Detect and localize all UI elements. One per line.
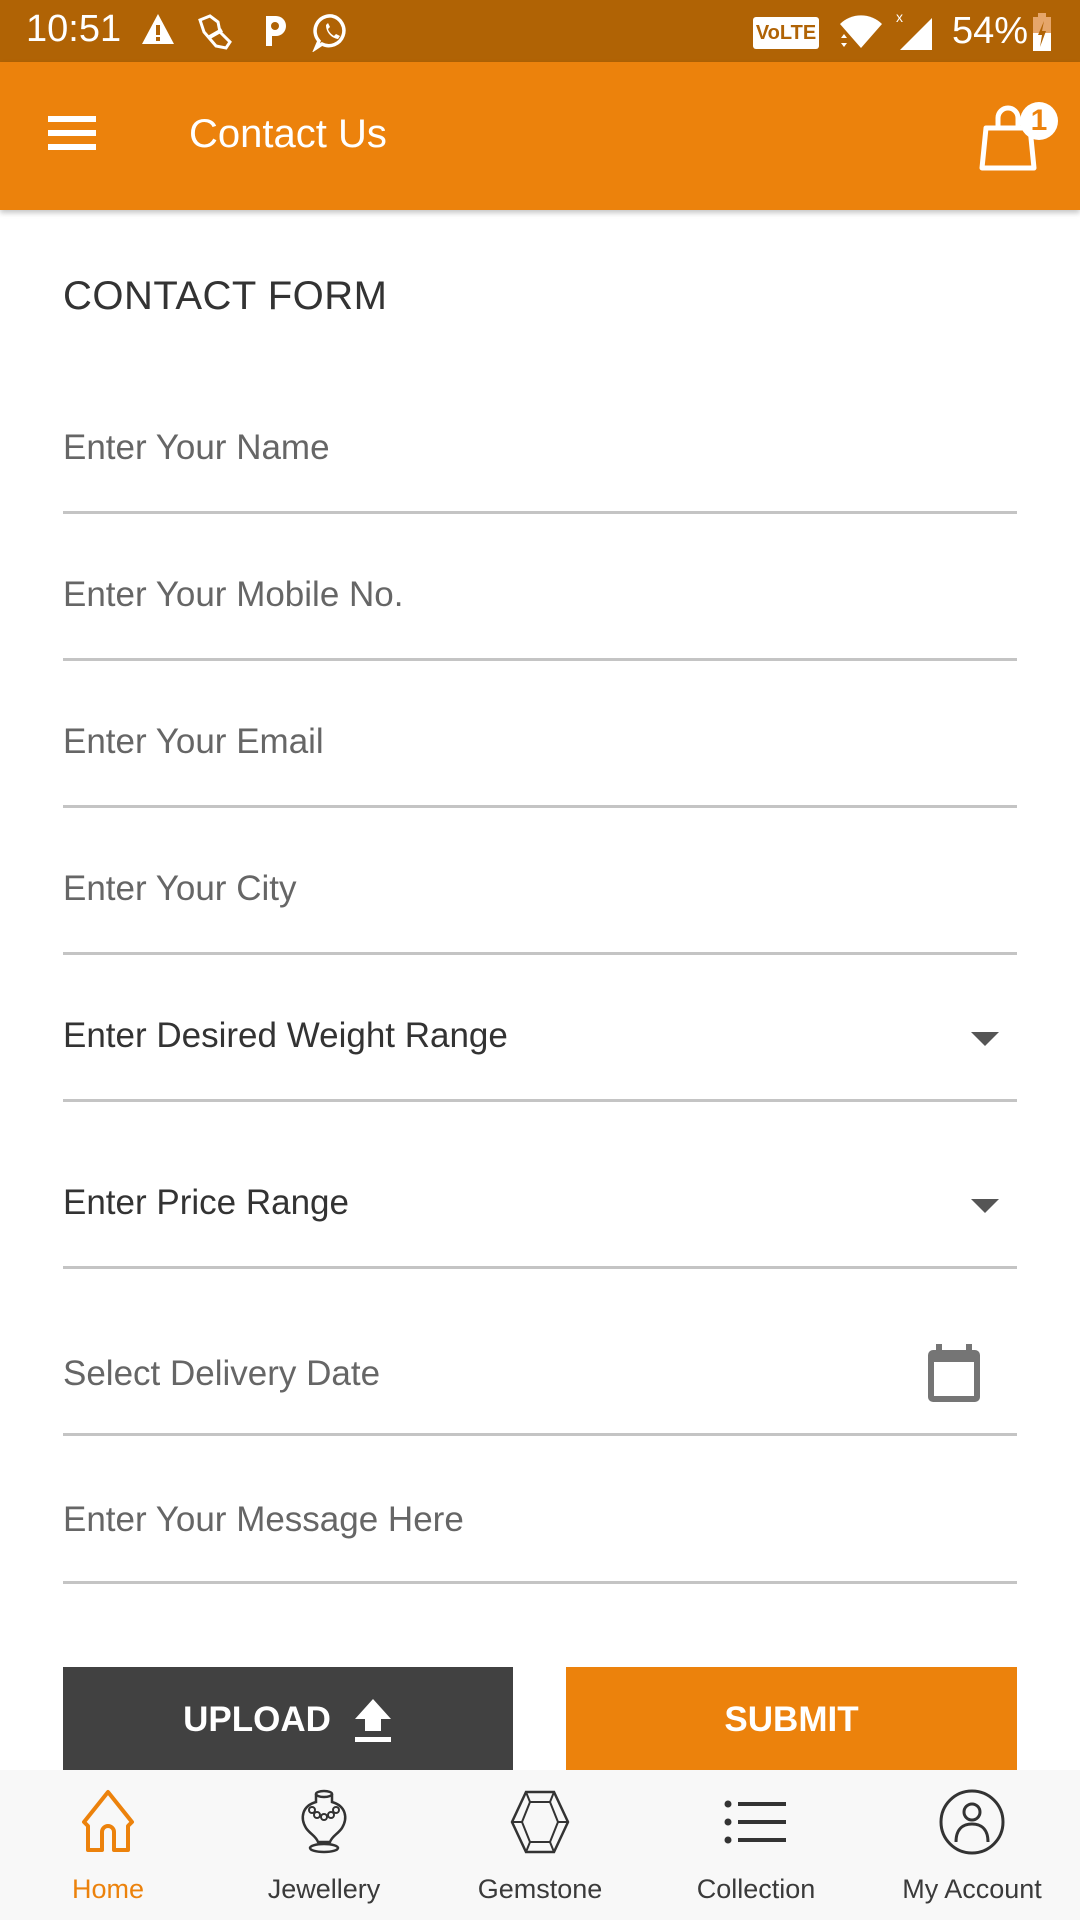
gemstone-icon bbox=[510, 1790, 570, 1854]
price-range-dropdown[interactable]: Enter Price Range bbox=[63, 1166, 1017, 1269]
shoe-icon bbox=[198, 14, 232, 50]
dropdown-arrow-icon bbox=[971, 1032, 999, 1046]
nav-label: My Account bbox=[902, 1874, 1042, 1904]
upload-label: UPLOAD bbox=[183, 1700, 331, 1739]
paytm-p-icon bbox=[266, 16, 286, 46]
bottom-nav: Home Jewellery Gemstone Collection My Ac… bbox=[0, 1770, 1080, 1920]
form-title: CONTACT FORM bbox=[63, 274, 388, 318]
city-field[interactable]: Enter Your City bbox=[63, 851, 1017, 955]
volte-icon: VoLTE bbox=[753, 17, 819, 49]
cart-count-badge: 1 bbox=[1020, 102, 1058, 140]
app-bar: Contact Us 1 bbox=[0, 62, 1080, 210]
nav-item-home[interactable]: Home bbox=[0, 1770, 216, 1920]
nav-label: Home bbox=[71, 1874, 145, 1904]
name-placeholder: Enter Your Name bbox=[63, 428, 330, 467]
delivery-date-placeholder: Select Delivery Date bbox=[63, 1354, 381, 1393]
upload-arrow-icon bbox=[354, 1699, 391, 1742]
battery-charging-icon bbox=[1033, 13, 1051, 51]
upload-button[interactable]: UPLOAD bbox=[63, 1667, 513, 1773]
warning-icon bbox=[142, 14, 174, 44]
submit-button[interactable]: SUBMIT bbox=[566, 1667, 1017, 1773]
menu-button[interactable] bbox=[48, 116, 98, 152]
nav-item-collection[interactable]: Collection bbox=[648, 1770, 864, 1920]
mobile-field[interactable]: Enter Your Mobile No. bbox=[63, 557, 1017, 661]
home-icon bbox=[82, 1790, 134, 1852]
dropdown-arrow-icon bbox=[971, 1199, 999, 1213]
weight-range-dropdown[interactable]: Enter Desired Weight Range bbox=[63, 998, 1017, 1102]
calendar-icon[interactable] bbox=[926, 1344, 982, 1404]
email-field[interactable]: Enter Your Email bbox=[63, 704, 1017, 808]
nav-item-jewellery[interactable]: Jewellery bbox=[216, 1770, 432, 1920]
cart-button[interactable]: 1 bbox=[970, 98, 1060, 178]
message-placeholder: Enter Your Message Here bbox=[63, 1500, 464, 1539]
weight-range-selected: Enter Desired Weight Range bbox=[63, 1016, 508, 1055]
city-placeholder: Enter Your City bbox=[63, 869, 297, 908]
status-bar: 10:51 VoLTE x 54% bbox=[0, 0, 1080, 62]
email-placeholder: Enter Your Email bbox=[63, 722, 324, 761]
submit-label: SUBMIT bbox=[724, 1700, 859, 1739]
delivery-date-field[interactable]: Select Delivery Date bbox=[63, 1332, 1017, 1436]
whatsapp-icon bbox=[312, 14, 346, 52]
signal-icon: x bbox=[896, 10, 932, 50]
nav-label: Gemstone bbox=[477, 1874, 603, 1904]
page-title: Contact Us bbox=[189, 112, 387, 156]
mobile-placeholder: Enter Your Mobile No. bbox=[63, 575, 404, 614]
account-icon bbox=[939, 1789, 1005, 1855]
nav-item-gemstone[interactable]: Gemstone bbox=[432, 1770, 648, 1920]
battery-percent: 54% bbox=[952, 10, 1029, 52]
nav-item-my-account[interactable]: My Account bbox=[864, 1770, 1080, 1920]
wifi-icon bbox=[840, 15, 882, 49]
status-time: 10:51 bbox=[26, 8, 122, 50]
nav-label: Collection bbox=[696, 1874, 816, 1904]
name-field[interactable]: Enter Your Name bbox=[63, 410, 1017, 514]
message-field[interactable]: Enter Your Message Here bbox=[63, 1480, 1017, 1584]
necklace-bust-icon bbox=[301, 1789, 347, 1854]
nav-label: Jewellery bbox=[267, 1874, 381, 1904]
svg-text:x: x bbox=[896, 10, 903, 25]
price-range-selected: Enter Price Range bbox=[63, 1183, 349, 1222]
list-icon bbox=[724, 1800, 786, 1844]
